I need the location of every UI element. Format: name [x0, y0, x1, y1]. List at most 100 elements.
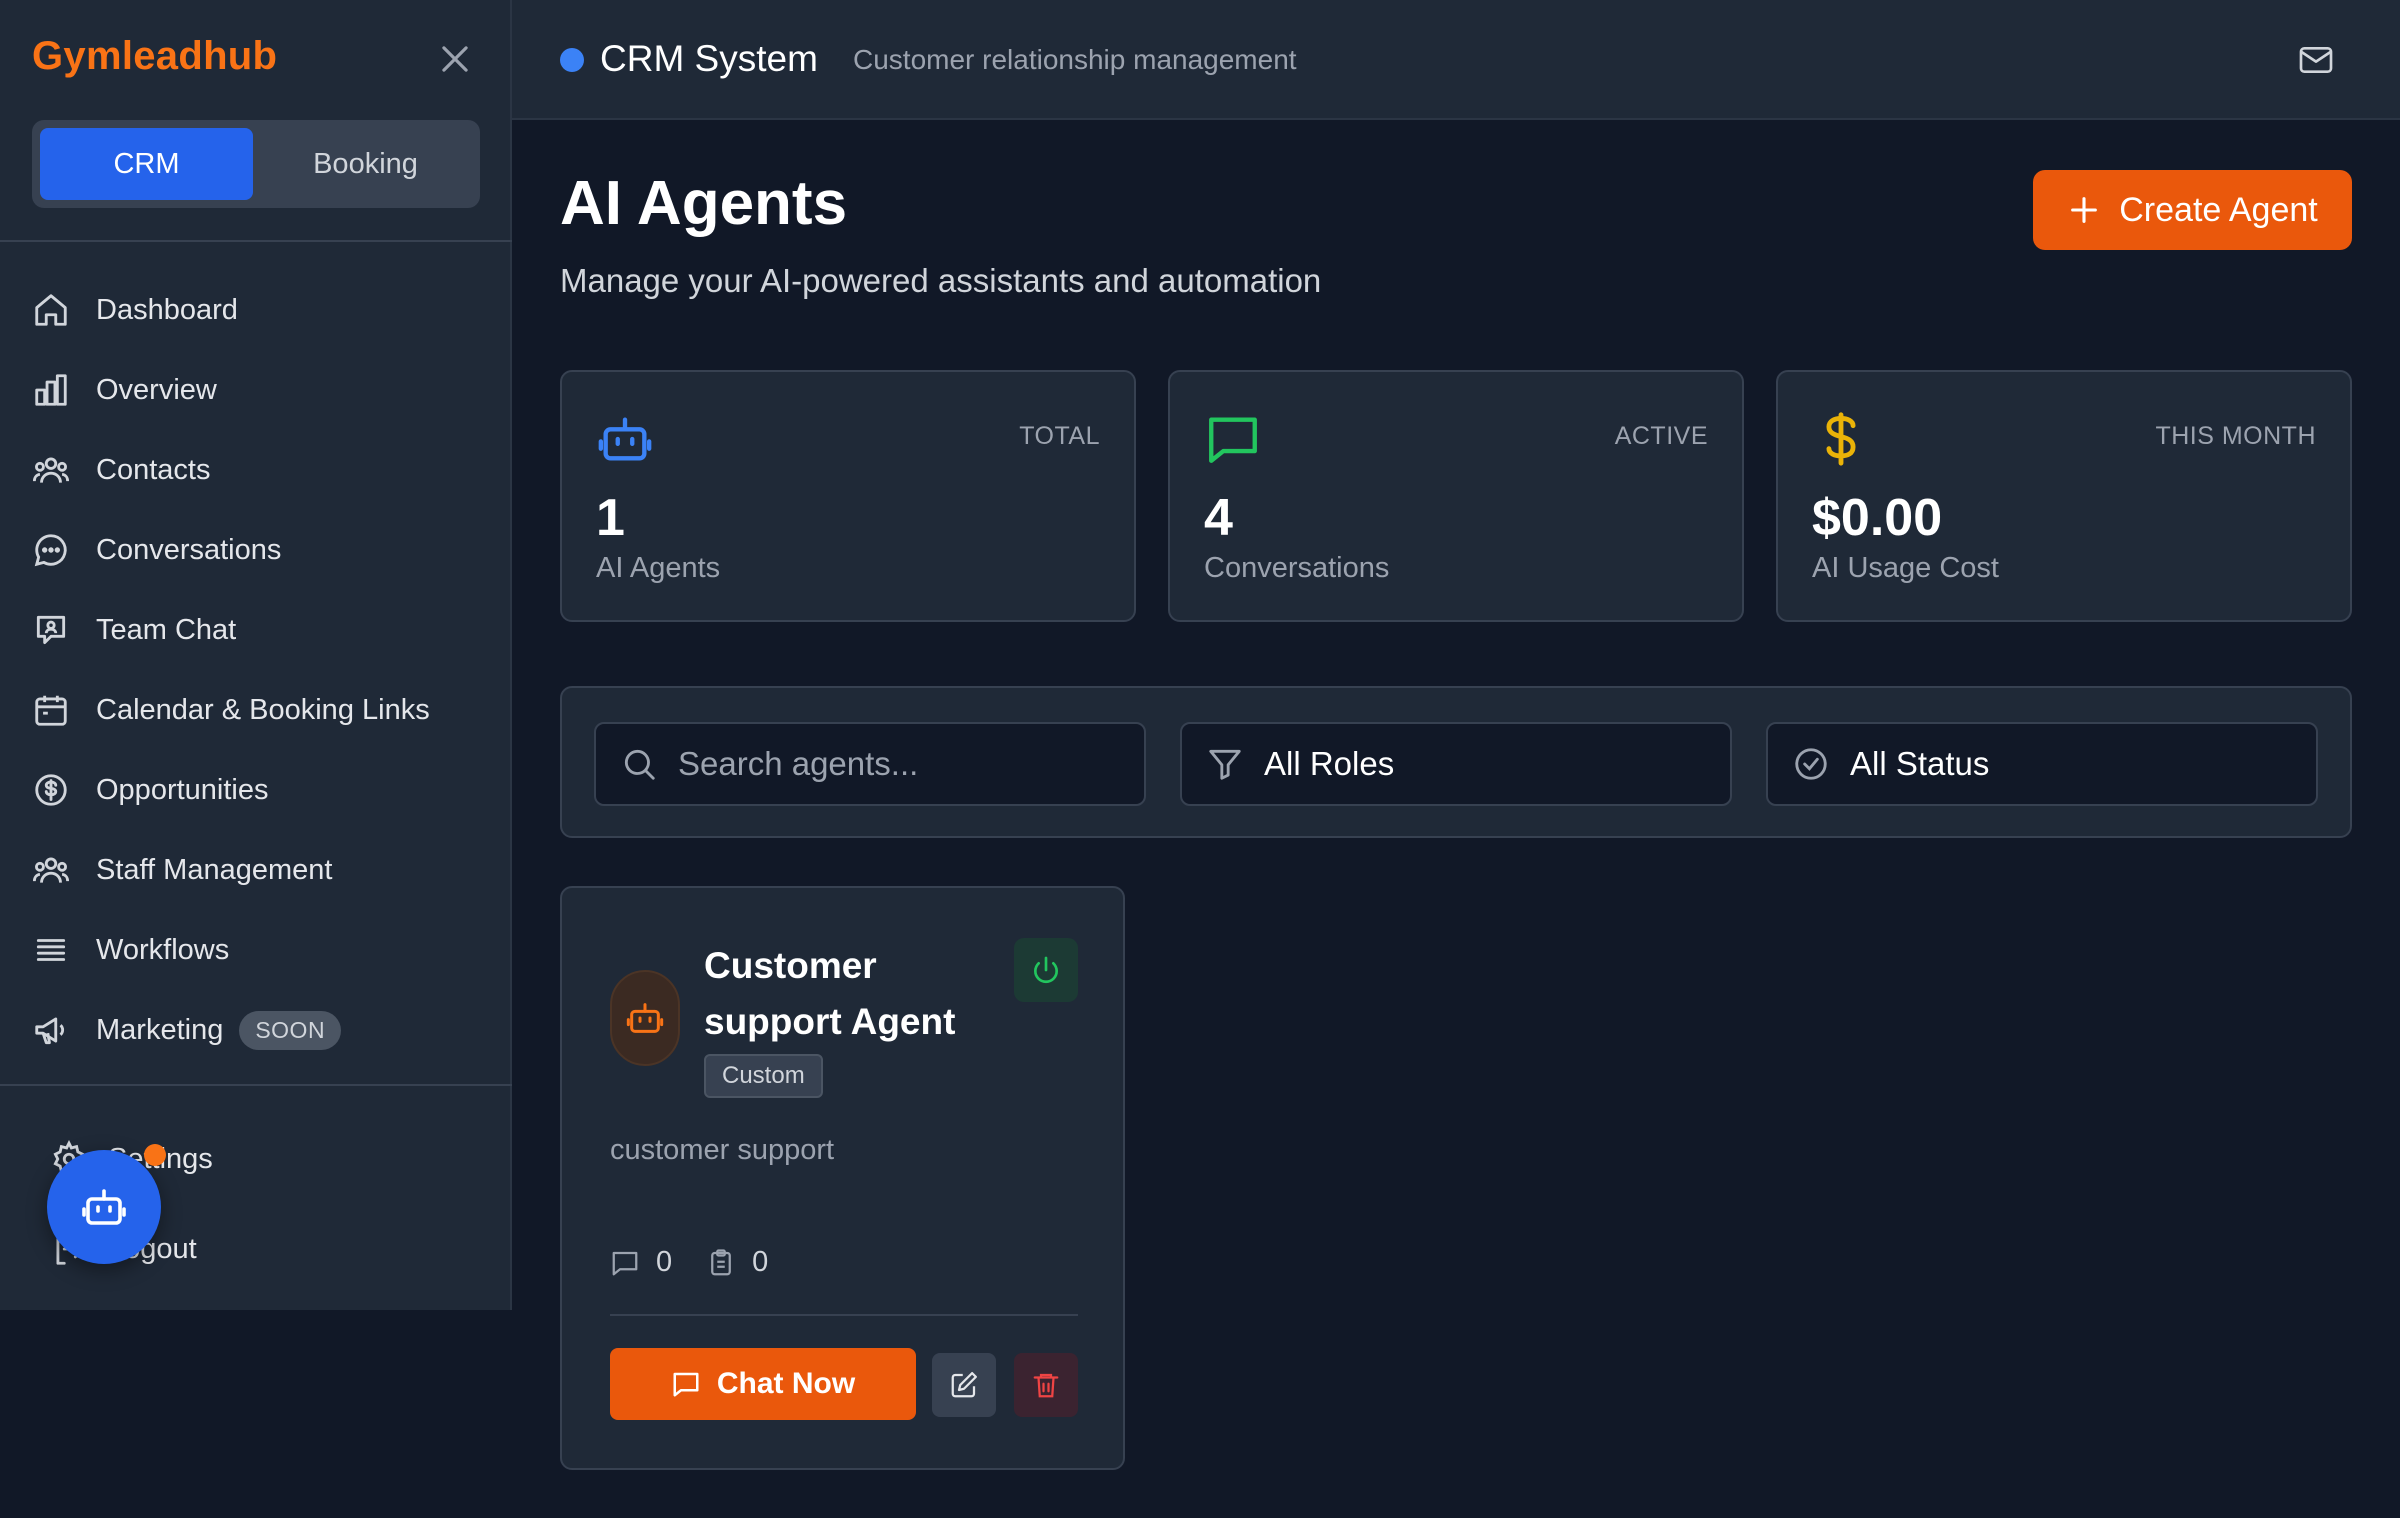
sidebar-item-label: Calendar & Booking Links [96, 693, 430, 726]
mode-switch: CRM Booking [32, 120, 480, 208]
team-chat-icon [32, 611, 70, 649]
agent-conversation-count: 0 [610, 1246, 672, 1279]
notification-dot [144, 1144, 166, 1166]
clipboard-icon [706, 1248, 736, 1278]
agent-type-tag: Custom [704, 1054, 823, 1098]
stat-card-month: THIS MONTH $0.00 AI Usage Cost [1776, 370, 2352, 622]
sidebar-item-staff[interactable]: Staff Management [0, 830, 512, 910]
role-filter-value: All Roles [1264, 745, 1395, 782]
sidebar-item-label: Opportunities [96, 773, 269, 806]
sidebar-divider [0, 1084, 512, 1086]
chat-now-button[interactable]: Chat Now [610, 1348, 916, 1420]
sidebar-item-contacts[interactable]: Contacts [0, 430, 512, 510]
message-circle-icon [32, 531, 70, 569]
edit-icon [949, 1370, 979, 1400]
mail-icon[interactable] [2296, 40, 2336, 80]
sidebar-item-label: Workflows [96, 933, 230, 966]
sidebar-item-overview[interactable]: Overview [0, 350, 512, 430]
chat-now-label: Chat Now [716, 1367, 856, 1400]
calendar-icon [32, 691, 70, 729]
create-agent-button[interactable]: Create Agent [2033, 170, 2352, 250]
agent-task-count: 0 [706, 1246, 768, 1279]
sidebar-item-label: Overview [96, 373, 217, 406]
bot-icon [596, 410, 654, 468]
close-icon[interactable] [436, 40, 474, 78]
sidebar-item-opportunities[interactable]: Opportunities [0, 750, 512, 830]
dollar-icon [1812, 410, 1870, 468]
filter-panel: All Roles All Status [560, 686, 2352, 838]
delete-agent-button[interactable] [1014, 1353, 1078, 1417]
list-icon [32, 931, 70, 969]
sidebar-item-marketing[interactable]: Marketing SOON [0, 990, 512, 1070]
check-circle-icon [1792, 745, 1830, 783]
task-count: 0 [752, 1246, 769, 1278]
search-icon [620, 745, 658, 783]
app-subtitle: Customer relationship management [853, 44, 1297, 75]
sidebar-item-label: Dashboard [96, 293, 238, 326]
sidebar-item-dashboard[interactable]: Dashboard [0, 270, 512, 350]
stat-caption: AI Agents [596, 552, 721, 584]
agent-card-divider [610, 1314, 1078, 1316]
plus-icon [2067, 193, 2101, 227]
dollar-circle-icon [32, 771, 70, 809]
stat-label: THIS MONTH [2155, 422, 2316, 450]
tab-crm[interactable]: CRM [40, 128, 253, 200]
agent-toggle-button[interactable] [1014, 938, 1078, 1002]
agent-avatar [610, 970, 680, 1066]
home-icon [32, 291, 70, 329]
search-box[interactable] [594, 722, 1146, 806]
bar-chart-icon [32, 371, 70, 409]
agent-stats: 0 0 [610, 1246, 802, 1279]
sidebar-item-label: Staff Management [96, 853, 333, 886]
message-square-icon [1204, 410, 1262, 468]
status-filter-value: All Status [1850, 745, 1990, 782]
sidebar-item-label: Conversations [96, 533, 282, 566]
sidebar-divider [0, 240, 512, 242]
status-filter[interactable]: All Status [1766, 722, 2318, 806]
stat-value: 1 [596, 489, 625, 547]
edit-agent-button[interactable] [932, 1353, 996, 1417]
users-icon [32, 851, 70, 889]
agent-name: Customer support Agent [704, 945, 956, 1042]
power-icon [1030, 954, 1062, 986]
tab-booking[interactable]: Booking [259, 128, 472, 200]
page-title: AI Agents [560, 169, 848, 238]
stat-label: ACTIVE [1614, 422, 1708, 450]
stat-value: $0.00 [1812, 489, 1943, 547]
message-square-icon [671, 1369, 701, 1399]
sidebar-item-label: Contacts [96, 453, 211, 486]
brand-logo: Gymleadhub [32, 34, 278, 78]
search-input[interactable] [678, 745, 1138, 783]
users-icon [32, 451, 70, 489]
role-filter[interactable]: All Roles [1180, 722, 1732, 806]
stat-caption: Conversations [1204, 552, 1390, 584]
bot-icon [80, 1183, 128, 1231]
sidebar: Gymleadhub CRM Booking Dashboard Overvie… [0, 0, 512, 1310]
page-subtitle: Manage your AI-powered assistants and au… [560, 262, 1322, 299]
agent-card: Customer support Agent Custom customer s… [560, 886, 1125, 1470]
stat-label: TOTAL [1019, 422, 1100, 450]
soon-badge: SOON [239, 1010, 342, 1050]
trash-icon [1031, 1370, 1061, 1400]
bot-icon [625, 998, 665, 1038]
stat-caption: AI Usage Cost [1812, 552, 1999, 584]
sidebar-item-workflows[interactable]: Workflows [0, 910, 512, 990]
stat-value: 4 [1204, 489, 1233, 547]
status-dot [560, 48, 584, 72]
sidebar-item-team-chat[interactable]: Team Chat [0, 590, 512, 670]
top-bar: CRM System Customer relationship managem… [512, 0, 2400, 120]
sidebar-nav: Dashboard Overview Contacts Conversation… [0, 270, 512, 1070]
stat-card-active: ACTIVE 4 Conversations [1168, 370, 1744, 622]
sidebar-item-label: Team Chat [96, 613, 237, 646]
ai-assistant-fab[interactable] [47, 1150, 161, 1264]
sidebar-item-calendar[interactable]: Calendar & Booking Links [0, 670, 512, 750]
agent-description: customer support [610, 1134, 835, 1166]
message-square-icon [610, 1248, 640, 1278]
app-title: CRM System [600, 38, 818, 79]
sidebar-item-label: Marketing [96, 1013, 224, 1046]
stat-card-total: TOTAL 1 AI Agents [560, 370, 1136, 622]
megaphone-icon [32, 1011, 70, 1049]
create-agent-label: Create Agent [2119, 190, 2318, 229]
conversation-count: 0 [656, 1246, 673, 1278]
sidebar-item-conversations[interactable]: Conversations [0, 510, 512, 590]
